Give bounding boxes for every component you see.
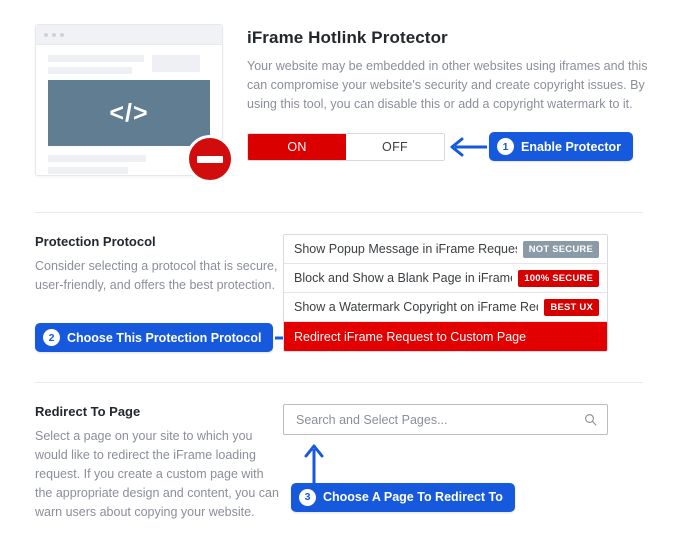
page-search-box[interactable]: [283, 404, 608, 435]
callout-step-3: 3 Choose A Page To Redirect To: [291, 482, 515, 512]
browser-dot-1: [44, 32, 48, 37]
protocol-option-popup-message[interactable]: Show Popup Message in iFrame Requests NO…: [284, 235, 607, 264]
callout-step-1: 1 Enable Protector: [489, 132, 634, 161]
no-entry-icon: [186, 135, 234, 183]
callout-step-1-label: Enable Protector: [521, 139, 622, 154]
redirect-title: Redirect To Page: [35, 404, 141, 419]
redirect-text-column: Redirect To Page Select a page on your s…: [0, 404, 283, 522]
protocol-option-watermark[interactable]: Show a Watermark Copyright on iFrame Req…: [284, 293, 607, 322]
protocol-option-redirect-custom-page[interactable]: Redirect iFrame Request to Custom Page: [284, 322, 607, 351]
page-title: iFrame Hotlink Protector: [247, 28, 448, 47]
redirect-description: Select a page on your site to which you …: [35, 429, 279, 519]
browser-dot-3: [60, 32, 64, 37]
callout-step-2-label: Choose This Protection Protocol: [67, 330, 262, 345]
protocol-option-list[interactable]: Show Popup Message in iFrame Requests NO…: [283, 234, 608, 352]
callout-step-1-number: 1: [497, 138, 514, 155]
browser-chrome-bar: [36, 25, 222, 45]
arrow-left-icon: [450, 137, 487, 156]
callout-step-3-row: [283, 441, 648, 487]
callout-step-3-label: Choose A Page To Redirect To: [323, 490, 503, 504]
hero-section: </> iFrame Hotlink Protector Your websit…: [0, 0, 678, 183]
protocol-option-label: Redirect iFrame Request to Custom Page: [294, 329, 527, 344]
code-panel: </>: [48, 80, 210, 146]
callout-step-2-row: 2 Choose This Protection Protocol: [35, 323, 312, 352]
browser-dot-2: [52, 32, 56, 37]
protocol-option-blank-page[interactable]: Block and Show a Blank Page in iFrames 1…: [284, 264, 607, 293]
search-input[interactable]: [294, 411, 584, 428]
protocol-description: Consider selecting a protocol that is se…: [35, 259, 278, 292]
placeholder-block: [152, 55, 200, 72]
protocol-option-label: Block and Show a Blank Page in iFrames: [294, 271, 513, 285]
search-icon[interactable]: [584, 413, 597, 426]
no-entry-bar: [197, 155, 223, 163]
enable-toggle-row: ON OFF 1 Enable Protector: [247, 132, 648, 161]
callout-step-2-number: 2: [43, 329, 60, 346]
status-badge-best-ux: BEST UX: [544, 298, 599, 316]
protocol-text-column: Protection Protocol Consider selecting a…: [0, 234, 312, 352]
callout-step-3-number: 3: [299, 488, 316, 506]
protection-protocol-section: Protection Protocol Consider selecting a…: [0, 234, 678, 352]
status-badge-not-secure: NOT SECURE: [522, 240, 599, 258]
toggle-option-off[interactable]: OFF: [346, 133, 444, 160]
protocol-options-column: Show Popup Message in iFrame Requests NO…: [283, 234, 678, 352]
page-description: Your website may be embedded in other we…: [247, 59, 648, 111]
placeholder-bar: [48, 167, 128, 174]
protocol-title: Protection Protocol: [35, 234, 156, 249]
placeholder-bar: [48, 67, 132, 74]
redirect-control-column: 3 Choose A Page To Redirect To: [283, 404, 678, 522]
code-tag-icon: </>: [109, 98, 149, 127]
illustration-card: </>: [35, 24, 234, 183]
toggle-option-on[interactable]: ON: [248, 133, 346, 160]
redirect-to-page-section: Redirect To Page Select a page on your s…: [0, 404, 678, 522]
protocol-option-label: Show Popup Message in iFrame Requests: [294, 242, 517, 256]
hero-text: iFrame Hotlink Protector Your website ma…: [247, 24, 648, 161]
arrow-up-icon: [304, 444, 324, 485]
illustration-top-lines: [48, 55, 210, 74]
placeholder-bar: [48, 155, 146, 162]
protocol-option-label: Show a Watermark Copyright on iFrame Req…: [294, 300, 538, 314]
status-badge-100-secure: 100% SECURE: [518, 269, 599, 287]
section-divider-1: [35, 212, 643, 213]
section-divider-2: [35, 382, 643, 383]
placeholder-bar: [48, 55, 144, 62]
callout-step-2: 2 Choose This Protection Protocol: [35, 323, 274, 352]
iframe-hotlink-protector-page: </> iFrame Hotlink Protector Your websit…: [0, 0, 678, 542]
enable-protector-toggle[interactable]: ON OFF: [247, 132, 445, 161]
